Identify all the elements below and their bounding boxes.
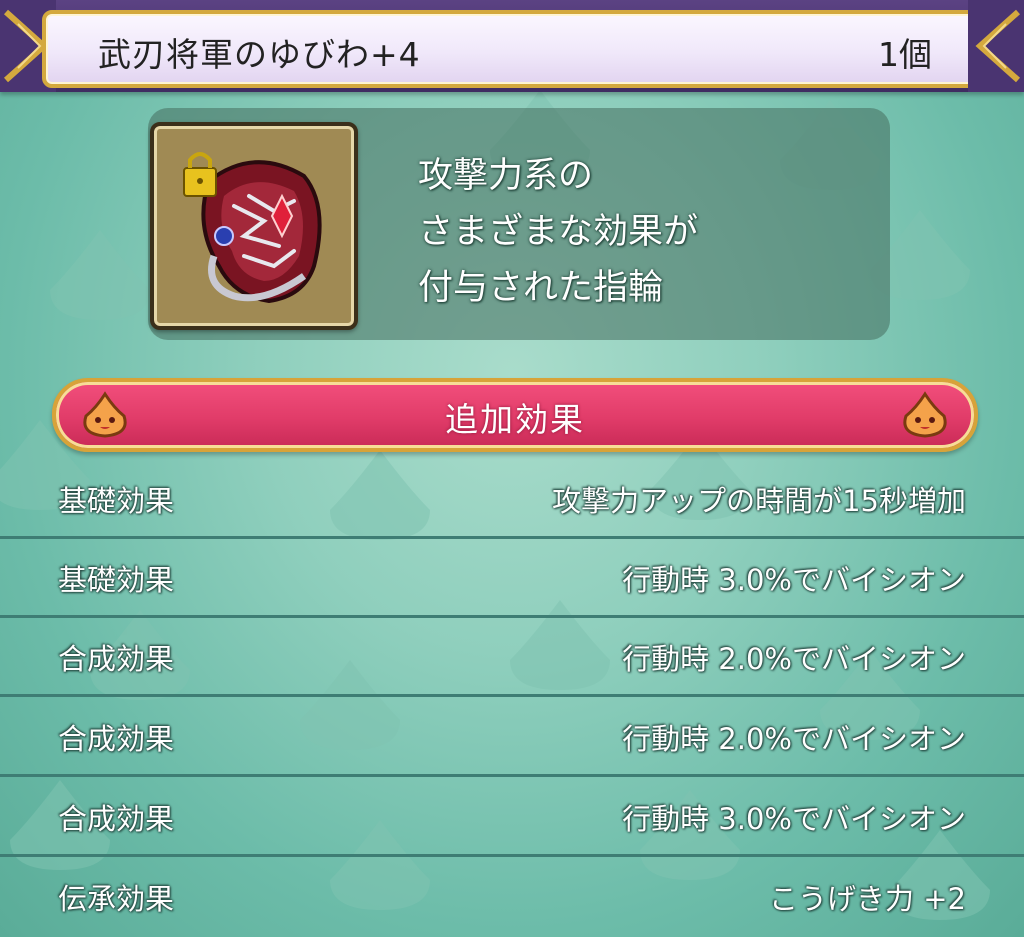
description-line: さまざまな効果が — [418, 212, 699, 252]
section-title: 追加効果 — [445, 400, 585, 439]
effect-label: 合成効果 — [58, 802, 175, 836]
effect-label: 合成効果 — [58, 642, 175, 676]
description-line: 付与された指輪 — [418, 268, 664, 308]
effect-row: 基礎効果 攻撃力アップの時間が15秒増加 — [0, 458, 1024, 539]
item-icon-frame[interactable] — [150, 122, 358, 330]
effect-value: 行動時 2.0%でバイシオン — [622, 722, 966, 756]
description-line: 攻撃力系の — [418, 156, 594, 196]
corner-ornament-icon — [968, 0, 1024, 92]
effect-value: こうげき力 +2 — [769, 882, 966, 916]
item-description: 攻撃力系の さまざまな効果が 付与された指輪 — [418, 148, 698, 316]
effect-label: 伝承効果 — [58, 882, 175, 916]
item-name-plate: 武刃将軍のゆびわ+4 1個 — [42, 10, 982, 88]
effect-label: 合成効果 — [58, 722, 175, 756]
item-header: 武刃将軍のゆびわ+4 1個 — [0, 0, 1024, 92]
effect-value: 行動時 3.0%でバイシオン — [622, 563, 966, 597]
effect-row: 伝承効果 こうげき力 +2 — [0, 856, 1024, 934]
effect-value: 行動時 2.0%でバイシオン — [622, 642, 966, 676]
effect-value: 行動時 3.0%でバイシオン — [622, 802, 966, 836]
effect-row: 合成効果 行動時 2.0%でバイシオン — [0, 696, 1024, 777]
ring-locked-icon — [183, 152, 322, 304]
slime-badge-icon — [903, 391, 947, 438]
effect-label: 基礎効果 — [58, 563, 175, 597]
effect-value: 攻撃力アップの時間が15秒増加 — [552, 484, 966, 518]
effect-row: 合成効果 行動時 2.0%でバイシオン — [0, 616, 1024, 697]
effect-row: 合成効果 行動時 3.0%でバイシオン — [0, 776, 1024, 857]
item-name: 武刃将軍のゆびわ+4 — [98, 35, 421, 74]
effect-row: 基礎効果 行動時 3.0%でバイシオン — [0, 537, 1024, 618]
item-count: 1個 — [878, 35, 932, 74]
section-banner: 追加効果 — [52, 378, 978, 452]
effect-label: 基礎効果 — [58, 484, 175, 518]
